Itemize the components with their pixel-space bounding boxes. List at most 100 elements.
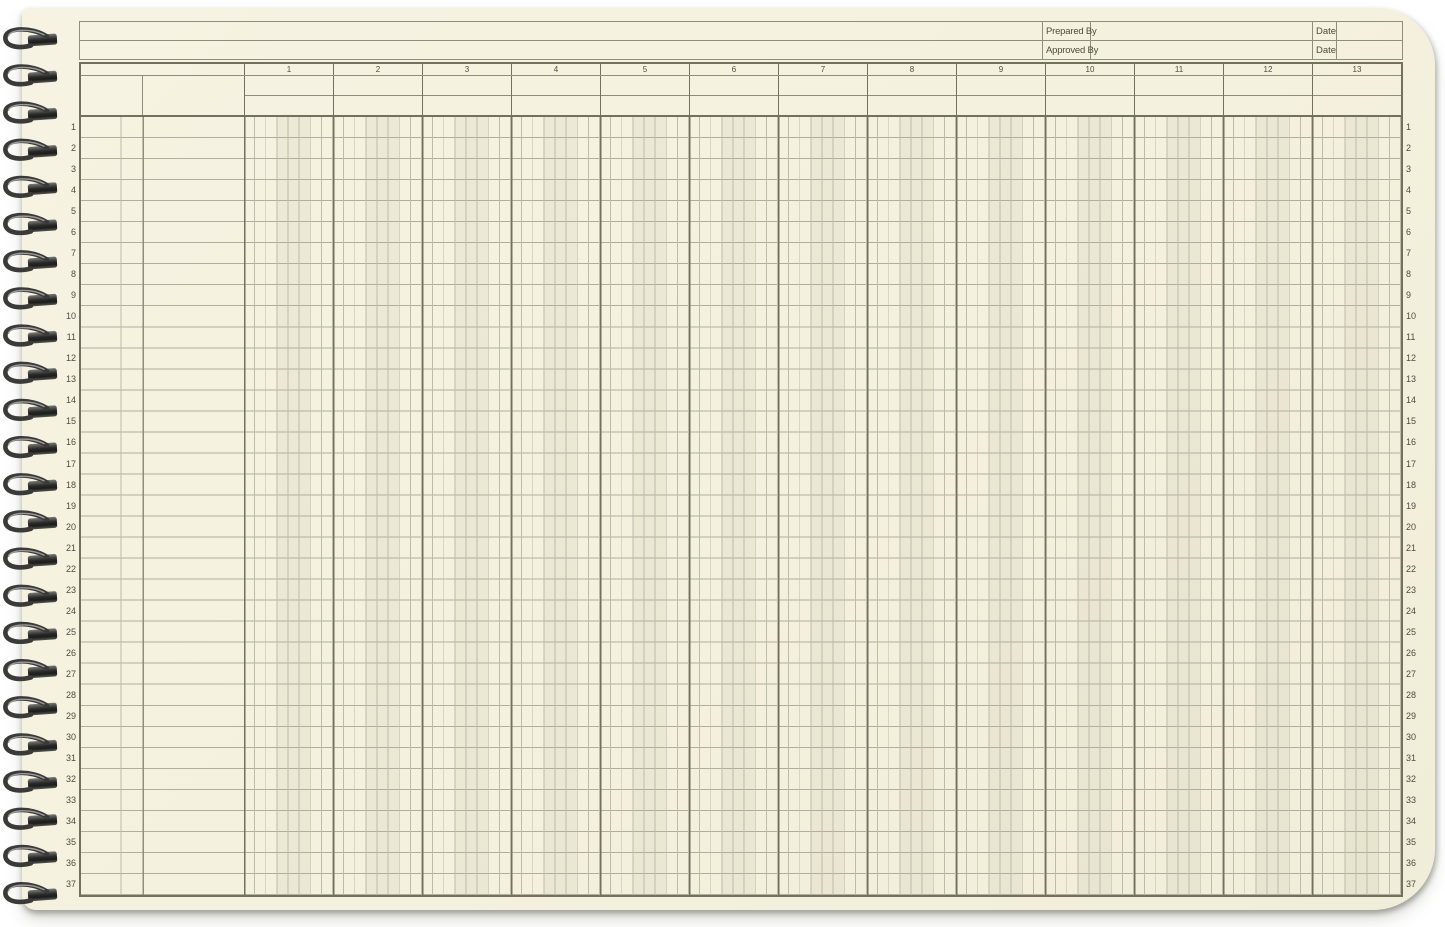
- ledger-page: Prepared ByDateApproved ByDate 123456789…: [22, 8, 1435, 910]
- row-number-label: 5: [71, 201, 76, 222]
- row-number-label: 26: [1406, 643, 1416, 664]
- amount-column-headers: [244, 76, 1401, 115]
- column-numbers-row: 12345678910111213: [81, 64, 1401, 76]
- approval-strip-row: Approved By Date: [80, 40, 1402, 59]
- row-number-label: 17: [66, 454, 76, 475]
- row-number-label: 13: [1406, 369, 1416, 390]
- row-number-label: 11: [67, 327, 76, 348]
- row-number-label: 29: [66, 706, 76, 727]
- row-number-label: 7: [71, 243, 76, 264]
- row-number-label: 9: [71, 285, 76, 306]
- column-number-label: 6: [689, 64, 778, 75]
- row-number-label: 34: [66, 811, 76, 832]
- row-number-label: 8: [1406, 264, 1411, 285]
- row-number-label: 22: [1406, 559, 1416, 580]
- row-number-label: 10: [66, 306, 76, 327]
- row-number-label: 7: [1406, 243, 1411, 264]
- row-number-label: 3: [71, 159, 76, 180]
- column-header-cell: [422, 76, 511, 115]
- column-header-cell: [956, 76, 1045, 115]
- prepared-by-label: Prepared By: [1042, 22, 1091, 40]
- row-number-label: 11: [1406, 327, 1415, 348]
- row-number-label: 24: [66, 601, 76, 622]
- row-number-label: 20: [66, 517, 76, 538]
- row-number-label: 23: [66, 580, 76, 601]
- row-number-label: 31: [1406, 748, 1416, 769]
- grid-amount-columns: [244, 117, 1401, 895]
- row-number-label: 10: [1406, 306, 1416, 327]
- row-number-label: 31: [66, 748, 76, 769]
- strip-blank-area: [80, 41, 1042, 59]
- row-number-label: 35: [1406, 832, 1416, 853]
- row-number-label: 20: [1406, 517, 1416, 538]
- column-number-label: 10: [1045, 64, 1134, 75]
- row-number-label: 36: [1406, 853, 1416, 874]
- row-number-label: 30: [66, 727, 76, 748]
- row-number-label: 15: [1406, 411, 1416, 432]
- column-number-label: 5: [600, 64, 689, 75]
- column-numbers-spacer: [81, 64, 244, 75]
- column-number-label: 8: [867, 64, 956, 75]
- column-header-cell: [689, 76, 778, 115]
- row-number-label: 19: [66, 496, 76, 517]
- approval-strip: Prepared By Date Approved By Date: [79, 21, 1403, 60]
- row-number-label: 8: [71, 264, 76, 285]
- row-number-label: 1: [71, 117, 76, 138]
- row-number-label: 29: [1406, 706, 1416, 727]
- row-number-label: 25: [66, 622, 76, 643]
- approved-by-label: Approved By: [1042, 41, 1091, 59]
- row-number-label: 17: [1406, 454, 1416, 475]
- column-number-label: 4: [511, 64, 600, 75]
- row-number-label: 14: [1406, 390, 1416, 411]
- column-number-label: 1: [244, 64, 333, 75]
- row-number-label: 27: [1406, 664, 1416, 685]
- column-header-cell: [244, 76, 333, 115]
- column-header-cell: [600, 76, 689, 115]
- approved-by-date-label: Date: [1312, 41, 1337, 59]
- row-number-label: 32: [1406, 769, 1416, 790]
- row-number-label: 15: [66, 411, 76, 432]
- row-number-label: 6: [71, 222, 76, 243]
- column-number-label: 13: [1312, 64, 1401, 75]
- row-number-label: 1: [1406, 117, 1411, 138]
- row-number-label: 18: [66, 475, 76, 496]
- column-number-label: 11: [1134, 64, 1223, 75]
- row-number-label: 9: [1406, 285, 1411, 306]
- column-header-cell: [1312, 76, 1401, 115]
- row-number-label: 23: [1406, 580, 1416, 601]
- grid-date-description-columns: [81, 117, 244, 895]
- prepared-by-value-field: [1091, 22, 1312, 40]
- column-number-label: 3: [422, 64, 511, 75]
- column-number-label: 9: [956, 64, 1045, 75]
- row-number-label: 28: [1406, 685, 1416, 706]
- row-number-label: 33: [66, 790, 76, 811]
- strip-blank-area: [80, 22, 1042, 40]
- row-numbers-right: 1234567891011121314151617181920212223242…: [1406, 117, 1427, 895]
- row-number-label: 37: [1406, 874, 1416, 895]
- row-number-label: 2: [1406, 138, 1411, 159]
- column-header-cell: [867, 76, 956, 115]
- row-number-label: 32: [66, 769, 76, 790]
- column-header-cell: [778, 76, 867, 115]
- column-header-row: [81, 76, 1401, 117]
- column-header-cell: [511, 76, 600, 115]
- row-number-label: 12: [66, 348, 76, 369]
- column-number-label: 2: [333, 64, 422, 75]
- row-number-label: 35: [66, 832, 76, 853]
- row-number-label: 12: [1406, 348, 1416, 369]
- row-number-label: 14: [66, 390, 76, 411]
- grid-body: [81, 117, 1401, 895]
- row-number-label: 16: [66, 432, 76, 453]
- row-number-label: 26: [66, 643, 76, 664]
- ledger-grid: 12345678910111213: [79, 62, 1403, 897]
- prepared-by-date-label: Date: [1312, 22, 1337, 40]
- row-number-label: 13: [66, 369, 76, 390]
- date-column-header: [81, 76, 143, 115]
- row-number-label: 34: [1406, 811, 1416, 832]
- row-number-label: 5: [1406, 201, 1411, 222]
- approval-strip-row: Prepared By Date: [80, 22, 1402, 40]
- column-header-cell: [333, 76, 422, 115]
- row-number-label: 25: [1406, 622, 1416, 643]
- approved-by-date-value-field: [1337, 41, 1402, 59]
- row-number-label: 18: [1406, 475, 1416, 496]
